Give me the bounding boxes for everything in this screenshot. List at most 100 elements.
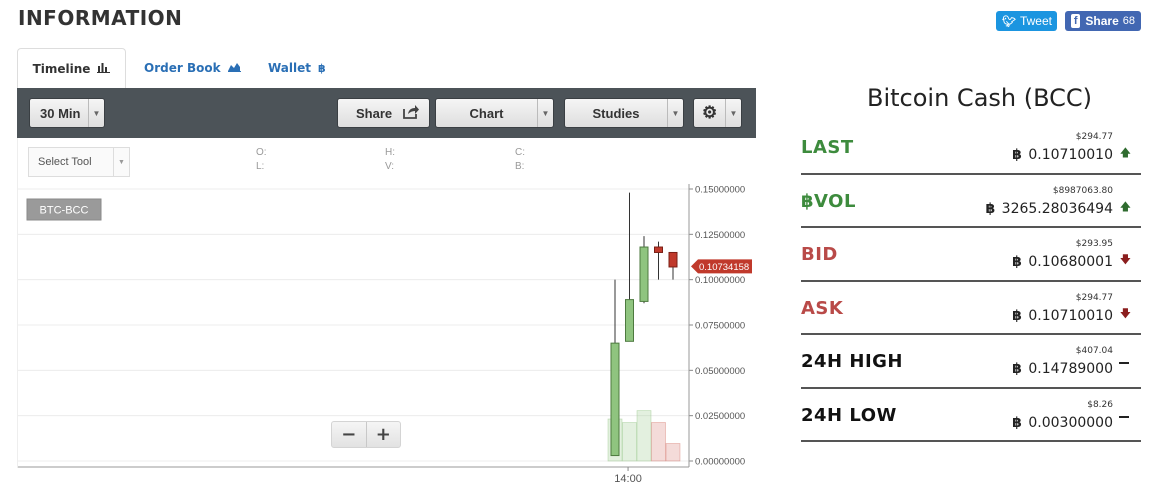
- x-tick-label: 14:00: [614, 473, 642, 485]
- tab-wallet[interactable]: Wallet ฿: [268, 48, 326, 88]
- tab-order-book[interactable]: Order Book: [144, 48, 241, 88]
- y-tick-label: 0.00000000: [695, 457, 745, 468]
- tab-timeline[interactable]: Timeline: [17, 48, 126, 88]
- ohlc-b-label: B:: [515, 161, 525, 172]
- y-tick-label: 0.15000000: [695, 185, 745, 196]
- stat-row-ask: ASK $294.77 ฿ 0.10710010 🡇: [801, 282, 1141, 335]
- stat-label: BID: [801, 244, 838, 265]
- stat-btc-value: ฿ 0.10680001: [1012, 254, 1113, 270]
- select-tool-label: Select Tool: [38, 156, 92, 168]
- stat-row-volume: ฿VOL $8987063.80 ฿ 3265.28036494 🡅: [801, 175, 1141, 228]
- facebook-icon: f: [1071, 14, 1081, 28]
- studies-dropdown[interactable]: Studies ▼: [564, 98, 684, 128]
- stat-btc-amount: 0.10680001: [1028, 254, 1113, 270]
- stat-usd-value: $407.04: [1075, 346, 1113, 356]
- select-tool-dropdown[interactable]: Select Tool ▼: [28, 147, 130, 177]
- candle-body: [668, 251, 678, 268]
- share-label: Share: [1085, 14, 1119, 28]
- stat-usd-value: $294.77: [1075, 132, 1113, 142]
- chart-share-button[interactable]: Share: [337, 98, 430, 128]
- stat-label: 24H LOW: [801, 404, 897, 426]
- bitcoin-icon: ฿: [1012, 307, 1022, 324]
- chevron-down-icon: ▼: [667, 99, 683, 127]
- stat-btc-amount: 0.10710010: [1028, 147, 1113, 163]
- bitcoin-icon: ฿: [1012, 361, 1022, 377]
- stat-label: ASK: [801, 297, 844, 319]
- chevron-down-icon: ▼: [88, 99, 104, 127]
- stat-row-24h-low: 24H LOW $8.26 ฿ 0.00300000: [801, 389, 1141, 442]
- interval-label: 30 Min: [40, 105, 81, 121]
- interval-dropdown[interactable]: 30 Min ▼: [29, 98, 105, 128]
- last-price-label: 0.10734158: [699, 262, 749, 273]
- candle-body: [654, 246, 663, 253]
- market-stats: LAST $294.77 ฿ 0.10710010 🡅 ฿VOL $898706…: [801, 121, 1141, 442]
- zoom-controls: − +: [331, 421, 401, 448]
- stat-btc-value: ฿ 0.10710010: [1012, 308, 1113, 324]
- candle-body: [610, 342, 620, 457]
- candle-body: [639, 246, 649, 302]
- chart-toolbar: 30 Min ▼ Share Chart ▼ Studies ▼ ⚙ ▼: [17, 88, 756, 138]
- candle-body: [625, 299, 634, 342]
- stat-usd-value: $293.95: [1075, 239, 1113, 249]
- bitcoin-icon: ฿: [1012, 414, 1022, 431]
- bitcoin-icon: ฿: [318, 61, 326, 75]
- bitcoin-icon: ฿: [1012, 147, 1022, 163]
- tweet-label: Tweet: [1019, 14, 1052, 28]
- bitcoin-icon: ฿: [1012, 254, 1022, 270]
- stat-btc-value: ฿ 0.10710010: [1012, 147, 1113, 163]
- zoom-out-button[interactable]: −: [332, 422, 366, 447]
- stat-btc-amount: 3265.28036494: [1001, 200, 1113, 217]
- y-tick-label: 0.12500000: [695, 230, 745, 241]
- arrow-up-icon: 🡅: [1119, 146, 1131, 159]
- y-tick-label: 0.10000000: [695, 275, 745, 286]
- stat-btc-value: ฿ 0.00300000: [1012, 415, 1113, 431]
- area-chart-icon: [227, 61, 241, 75]
- stat-usd-value: $294.77: [1075, 292, 1113, 303]
- dash-icon: [1119, 362, 1129, 364]
- stat-btc-value: ฿ 0.14789000: [1012, 361, 1113, 377]
- volume-bar: [651, 422, 666, 462]
- stat-label: ฿VOL: [801, 190, 856, 212]
- stat-label: 24H HIGH: [801, 351, 903, 372]
- symbol-label: BTC-BCC: [40, 205, 89, 217]
- chart-share-label: Share: [356, 105, 393, 121]
- stat-btc-value: ฿ 3265.28036494: [985, 201, 1113, 217]
- ohlc-close-label: C:: [515, 147, 525, 158]
- y-tick-label: 0.02500000: [695, 411, 745, 422]
- volume-bar: [622, 422, 637, 462]
- stat-usd-value: $8987063.80: [1052, 185, 1113, 196]
- volume-bar: [636, 410, 652, 462]
- ohlc-high-label: H:: [385, 147, 395, 158]
- y-tick-label: 0.05000000: [695, 366, 745, 377]
- stat-row-bid: BID $293.95 ฿ 0.10680001 🡇: [801, 228, 1141, 282]
- settings-dropdown[interactable]: ⚙ ▼: [693, 98, 742, 128]
- gear-icon: ⚙: [702, 103, 718, 122]
- arrow-down-icon: 🡇: [1119, 306, 1131, 320]
- tab-wallet-label: Wallet: [268, 61, 312, 75]
- ohlc-open-label: O:: [256, 147, 267, 158]
- arrow-down-icon: 🡇: [1119, 253, 1131, 266]
- y-tick-label: 0.07500000: [695, 321, 745, 332]
- zoom-in-button[interactable]: +: [365, 422, 401, 447]
- stat-row-last: LAST $294.77 ฿ 0.10710010 🡅: [801, 121, 1141, 175]
- ohlc-volume-label: V:: [385, 161, 395, 172]
- twitter-icon: 🐦︎: [1002, 15, 1016, 28]
- market-title: Bitcoin Cash (BCC): [867, 84, 1093, 112]
- chevron-down-icon: ▼: [537, 99, 553, 127]
- studies-label: Studies: [592, 105, 640, 121]
- chart-tabs: Timeline Order Book Wallet ฿: [17, 48, 757, 88]
- share-arrow-icon: [402, 104, 420, 125]
- stat-btc-amount: 0.10710010: [1028, 307, 1113, 324]
- stat-label: LAST: [801, 137, 854, 158]
- tab-order-book-label: Order Book: [144, 61, 221, 75]
- chart-type-dropdown[interactable]: Chart ▼: [435, 98, 554, 128]
- tab-timeline-label: Timeline: [32, 61, 91, 76]
- chevron-down-icon: ▼: [725, 99, 741, 127]
- tweet-button[interactable]: 🐦︎ Tweet: [996, 11, 1057, 31]
- chart-type-label: Chart: [469, 105, 504, 121]
- facebook-share-button[interactable]: f Share 68: [1065, 11, 1141, 31]
- stat-btc-amount: 0.14789000: [1028, 361, 1113, 377]
- stat-row-24h-high: 24H HIGH $407.04 ฿ 0.14789000: [801, 335, 1141, 389]
- dash-icon: [1119, 415, 1129, 418]
- stat-usd-value: $8.26: [1087, 399, 1113, 410]
